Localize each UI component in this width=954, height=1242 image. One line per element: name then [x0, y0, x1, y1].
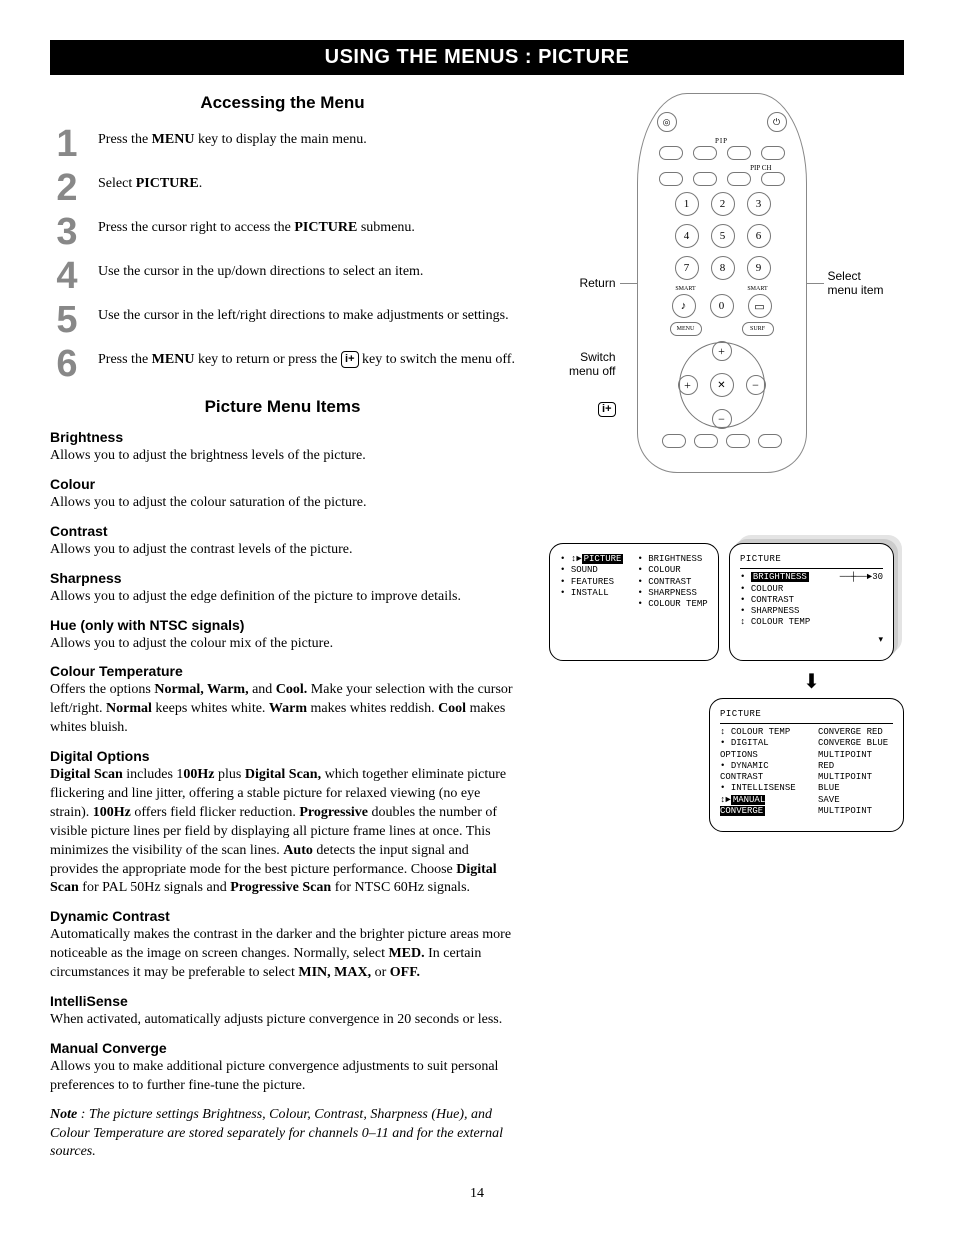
surf-button: SURF	[742, 322, 774, 336]
cursor-icon: ↕►	[571, 554, 582, 564]
osd-main-menu: ↕►PICTURE SOUND FEATURES INSTALL BRIGHTN…	[549, 543, 719, 661]
power-icon: ⏻	[767, 112, 787, 132]
cursor-pad: + − + − ✕	[679, 342, 765, 428]
menu-button: MENU	[670, 322, 702, 336]
keypad-7: 7	[675, 256, 699, 280]
pip-label: PIP	[646, 136, 798, 146]
osd-picture-submenu: PICTURE • BRIGHTNESS ──┼──►30 • COLOUR •…	[729, 543, 894, 661]
manual-converge-heading: Manual Converge	[50, 1040, 515, 1056]
colour-temp-body: Offers the options Normal, Warm, and Coo…	[50, 681, 515, 738]
contrast-body: Allows you to adjust the contrast levels…	[50, 541, 515, 560]
intellisense-body: When activated, automatically adjusts pi…	[50, 1011, 515, 1030]
digital-options-body: Digital Scan includes 100Hz plus Digital…	[50, 766, 515, 898]
hue-body: Allows you to adjust the colour mix of t…	[50, 635, 515, 654]
dynamic-contrast-body: Automatically makes the contrast in the …	[50, 926, 515, 983]
remote-button	[694, 434, 718, 448]
step-1: 1 Press the MENU key to display the main…	[50, 125, 515, 163]
info-plus-icon: i+	[598, 402, 615, 417]
keypad-8: 8	[711, 256, 735, 280]
hue-heading: Hue (only with NTSC signals)	[50, 617, 515, 633]
step-number: 6	[50, 345, 84, 383]
remote-button: ◎	[657, 112, 677, 132]
remote-button	[727, 172, 751, 186]
keypad-0: 0	[710, 294, 734, 318]
annot-switch: Switch menu off	[556, 350, 638, 379]
brightness-body: Allows you to adjust the brightness leve…	[50, 447, 515, 466]
colour-temp-heading: Colour Temperature	[50, 663, 515, 679]
remote-illustration: ◎ ⏻ PIP PIP CH	[637, 93, 807, 473]
cursor-up-icon: +	[712, 341, 732, 361]
remote-button	[659, 146, 683, 160]
remote-button	[659, 172, 683, 186]
sharpness-heading: Sharpness	[50, 570, 515, 586]
remote-button	[693, 172, 717, 186]
smart-left-button: ♪	[672, 294, 696, 318]
step-5: 5 Use the cursor in the left/right direc…	[50, 301, 515, 339]
remote-button	[761, 146, 785, 160]
cursor-down-icon: −	[712, 409, 732, 429]
step-4: 4 Use the cursor in the up/down directio…	[50, 257, 515, 295]
smart-right-button: ▭	[748, 294, 772, 318]
colour-heading: Colour	[50, 476, 515, 492]
info-plus-icon: i+	[341, 351, 358, 368]
remote-button	[726, 434, 750, 448]
osd-picture-advanced: PICTURE ↕ COLOUR TEMP • DIGITAL OPTIONS …	[709, 698, 904, 832]
keypad-6: 6	[747, 224, 771, 248]
step-number: 5	[50, 301, 84, 339]
keypad-2: 2	[711, 192, 735, 216]
cursor-icon: ↕►	[720, 795, 731, 805]
picture-items-header: Picture Menu Items	[50, 397, 515, 417]
keypad-3: 3	[747, 192, 771, 216]
keypad-9: 9	[747, 256, 771, 280]
contrast-heading: Contrast	[50, 523, 515, 539]
title-bar: USING THE MENUS : PICTURE	[50, 40, 904, 75]
remote-button	[693, 146, 717, 160]
brightness-heading: Brightness	[50, 429, 515, 445]
step-2: 2 Select PICTURE.	[50, 169, 515, 207]
remote-button	[662, 434, 686, 448]
manual-converge-body: Allows you to make additional picture co…	[50, 1058, 515, 1096]
step-3: 3 Press the cursor right to access the P…	[50, 213, 515, 251]
cursor-left-icon: +	[678, 375, 698, 395]
step-number: 4	[50, 257, 84, 295]
remote-button	[758, 434, 782, 448]
dynamic-contrast-heading: Dynamic Contrast	[50, 908, 515, 924]
accessing-header: Accessing the Menu	[50, 93, 515, 113]
note-text: Note : The picture settings Brightness, …	[50, 1106, 515, 1163]
sharpness-body: Allows you to adjust the edge definition…	[50, 588, 515, 607]
cursor-right-icon: −	[746, 375, 766, 395]
down-arrow-icon: ▾	[740, 635, 883, 646]
mute-icon: ✕	[710, 373, 734, 397]
page-number: 14	[50, 1186, 904, 1202]
scroll-down-icon: ⬇	[539, 669, 904, 694]
colour-body: Allows you to adjust the colour saturati…	[50, 494, 515, 513]
step-number: 1	[50, 125, 84, 163]
pipch-label: PIP CH	[646, 164, 798, 172]
keypad-1: 1	[675, 192, 699, 216]
intellisense-heading: IntelliSense	[50, 993, 515, 1009]
step-number: 3	[50, 213, 84, 251]
step-number: 2	[50, 169, 84, 207]
remote-button	[761, 172, 785, 186]
digital-options-heading: Digital Options	[50, 748, 515, 764]
keypad-5: 5	[711, 224, 735, 248]
keypad-4: 4	[675, 224, 699, 248]
remote-button	[727, 146, 751, 160]
step-6: 6 Press the MENU key to return or press …	[50, 345, 515, 383]
